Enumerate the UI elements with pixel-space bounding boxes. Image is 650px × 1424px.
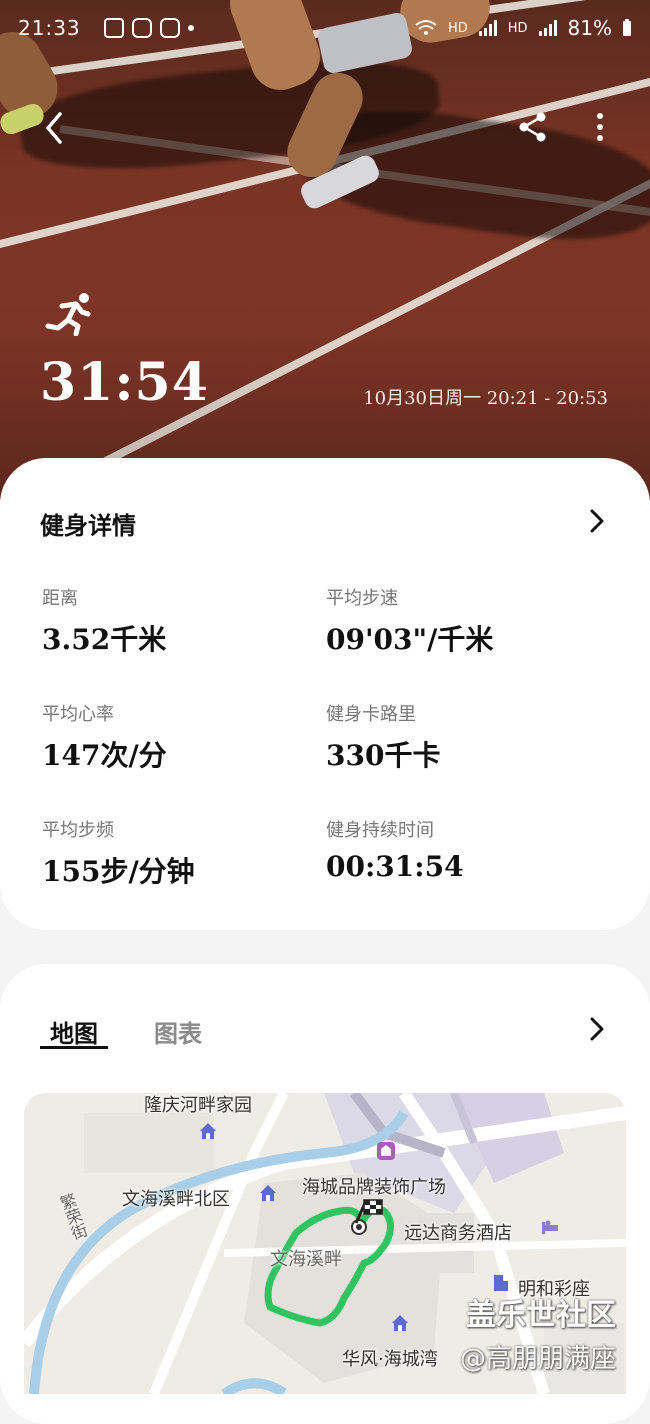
- map-label: 文海溪畔: [270, 1249, 342, 1270]
- finish-flag-icon: [351, 1199, 383, 1235]
- metric-calories: 健身卡路里 330千卡: [326, 700, 606, 774]
- metric-avg-pace: 平均步速 09'03"/千米: [326, 584, 606, 658]
- metric-label: 平均步频: [42, 820, 114, 841]
- metric-distance: 距离 3.52千米: [42, 584, 322, 658]
- signal-icon: [478, 20, 497, 36]
- watermark-author: @高朋朋满座: [460, 1344, 617, 1374]
- metric-label: 健身卡路里: [326, 704, 416, 725]
- battery-level: 81%: [567, 16, 612, 40]
- metric-duration: 健身持续时间 00:31:54: [326, 816, 606, 883]
- app-notification-icon: [160, 18, 180, 38]
- metric-value: 09'03"/千米: [326, 623, 494, 656]
- workout-duration: 31:54: [40, 352, 209, 413]
- shopping-icon: [377, 1142, 395, 1160]
- chevron-right-icon[interactable]: [588, 508, 606, 534]
- map-label: 文海溪畔北区: [122, 1189, 230, 1210]
- back-arrow-icon[interactable]: [40, 108, 70, 148]
- hotel-icon: [542, 1220, 558, 1234]
- metric-value: 147次/分: [42, 739, 167, 772]
- top-nav: [0, 104, 650, 154]
- metric-label: 距离: [42, 588, 78, 609]
- status-time: 21:33: [18, 16, 81, 40]
- metric-label: 平均步速: [326, 588, 398, 609]
- metric-avg-heart-rate: 平均心率 147次/分: [42, 700, 322, 774]
- more-options-icon[interactable]: [590, 110, 610, 144]
- map-label: 海城品牌装饰广场: [302, 1177, 446, 1198]
- app-notification-icon: [132, 18, 152, 38]
- metric-avg-cadence: 平均步频 155步/分钟: [42, 816, 322, 890]
- hero-banner: [0, 0, 650, 500]
- battery-icon: [623, 19, 631, 36]
- active-tab-indicator: [40, 1046, 108, 1049]
- system-icons: HD HD 81%: [414, 16, 632, 40]
- hd-label: HD: [447, 20, 468, 36]
- watermark-site: 盖乐世社区: [466, 1298, 616, 1333]
- details-title: 健身详情: [40, 512, 136, 540]
- hd-label-2: HD: [507, 20, 528, 36]
- map-label: 华风·海城湾: [342, 1349, 438, 1370]
- metric-label: 健身持续时间: [326, 820, 434, 841]
- metric-value: 330千卡: [326, 739, 441, 772]
- map-label: 隆庆河畔家园: [144, 1095, 252, 1116]
- wifi-icon: [415, 20, 437, 35]
- metric-value: 00:31:54: [326, 850, 464, 883]
- residence-icon: [392, 1315, 408, 1331]
- details-card: 健身详情 距离 3.52千米 平均步速 09'03"/千米 平均心率 147次/…: [0, 458, 650, 930]
- metric-value: 3.52千米: [42, 623, 167, 656]
- share-icon[interactable]: [516, 110, 550, 144]
- map-label: 远达商务酒店: [404, 1223, 512, 1244]
- status-bar: 21:33 HD HD 81%: [18, 14, 632, 44]
- running-icon: [45, 293, 91, 336]
- more-notifications-icon: [188, 25, 194, 31]
- metric-value: 155步/分钟: [42, 855, 195, 888]
- tab-map[interactable]: 地图: [50, 1014, 98, 1049]
- residence-icon: [260, 1185, 276, 1201]
- notification-icons: [104, 18, 194, 38]
- residence-icon: [200, 1123, 216, 1139]
- signal-5g-icon: [538, 20, 557, 36]
- chevron-right-icon[interactable]: [588, 1016, 606, 1042]
- tab-chart[interactable]: 图表: [154, 1014, 202, 1049]
- metric-label: 平均心率: [42, 704, 114, 725]
- workout-date-range: 10月30日周一 20:21 - 20:53: [363, 388, 608, 409]
- gallery-icon: [104, 18, 124, 38]
